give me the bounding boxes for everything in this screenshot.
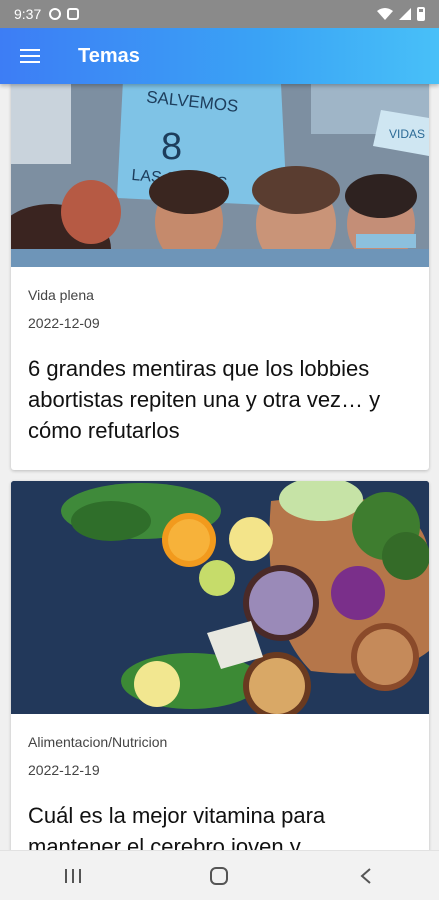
system-nav-bar [0, 850, 439, 900]
sign-small-text: VIDAS [389, 127, 425, 141]
article-body: Alimentacion/Nutricion 2022-12-19 Cuál e… [11, 714, 429, 850]
page-title: Temas [78, 44, 140, 67]
battery-icon [417, 7, 425, 21]
article-category: Alimentacion/Nutricion [28, 734, 168, 750]
instagram-icon [67, 8, 80, 20]
app-bar: Temas [0, 28, 439, 84]
recent-apps-button[interactable] [43, 851, 103, 900]
protest-photo: SALVEMOS 8 LAS 2 VIDAS VIDAS [11, 84, 429, 267]
food-photo [11, 481, 429, 714]
menu-button[interactable] [0, 28, 60, 84]
article-body: Vida plena 2022-12-09 6 grandes mentiras… [11, 267, 429, 446]
recent-apps-icon [65, 868, 82, 883]
hamburger-icon [20, 49, 40, 63]
home-button[interactable] [189, 851, 249, 900]
article-image-protest: SALVEMOS 8 LAS 2 VIDAS VIDAS [11, 84, 429, 267]
article-card[interactable]: Alimentacion/Nutricion 2022-12-19 Cuál e… [11, 481, 429, 850]
sign-symbol: 8 [161, 126, 182, 168]
article-card[interactable]: SALVEMOS 8 LAS 2 VIDAS VIDAS Vida pl [11, 84, 429, 470]
article-title[interactable]: Cuál es la mejor vitamina para mantener … [28, 800, 412, 850]
status-bar: 9:37 [0, 0, 439, 28]
status-indicators [377, 7, 425, 21]
article-date: 2022-12-19 [28, 762, 100, 778]
signal-icon [399, 8, 411, 20]
article-image-food [11, 481, 429, 714]
back-icon [360, 867, 371, 884]
article-date: 2022-12-09 [28, 315, 100, 331]
wifi-icon [377, 8, 393, 20]
facebook-icon [49, 8, 62, 20]
article-category: Vida plena [28, 287, 94, 303]
article-list[interactable]: SALVEMOS 8 LAS 2 VIDAS VIDAS Vida pl [0, 84, 439, 850]
back-button[interactable] [336, 851, 396, 900]
article-title[interactable]: 6 grandes mentiras que los lobbies abort… [28, 353, 412, 446]
status-time: 9:37 [14, 6, 42, 22]
home-icon [210, 866, 229, 885]
